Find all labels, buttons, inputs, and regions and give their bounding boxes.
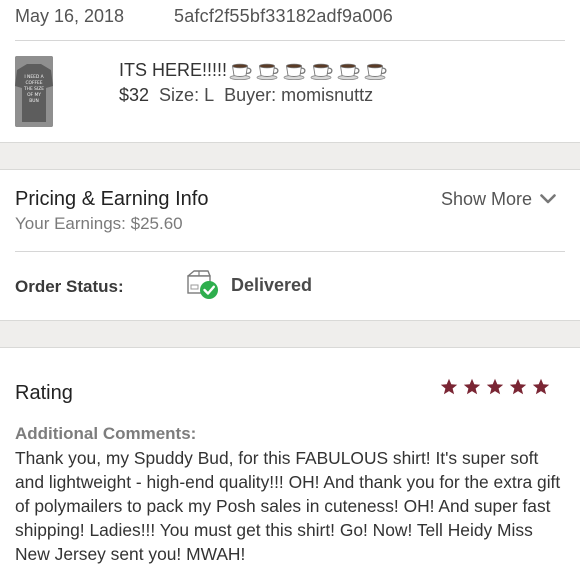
thumb-line: OF MY	[27, 92, 41, 98]
star-icon	[509, 378, 527, 395]
item-size: Size: L	[159, 84, 215, 105]
star-icon	[486, 378, 504, 395]
section-separator	[0, 320, 580, 348]
chevron-down-icon	[540, 194, 556, 204]
order-status-label: Order Status:	[15, 277, 124, 296]
comments-label: Additional Comments:	[15, 424, 197, 443]
package-check-icon	[187, 270, 218, 299]
coffee-cup-icon	[283, 63, 306, 80]
coffee-cup-icon	[310, 63, 333, 80]
order-detail-screen: May 16, 2018 5afcf2f55bf33182adf9a006 I …	[0, 0, 580, 580]
divider	[15, 251, 565, 252]
rating-stars	[435, 378, 550, 396]
item-buyer[interactable]: Buyer: momisnuttz	[224, 85, 373, 106]
star-icon	[440, 378, 458, 395]
show-more-button[interactable]: Show More	[441, 187, 556, 211]
order-meta: May 16, 2018 5afcf2f55bf33182adf9a006	[15, 3, 580, 29]
thumb-line: COFFEE	[25, 80, 42, 86]
item-summary[interactable]: I NEED A COFFEE THE SIZE OF MY BUN ITS H…	[15, 56, 580, 128]
section-separator	[0, 142, 580, 170]
coffee-cup-icon	[229, 63, 252, 80]
rating-title: Rating	[15, 381, 73, 404]
order-date: May 16, 2018	[15, 5, 125, 26]
show-more-label: Show More	[440, 188, 532, 209]
item-price: $32	[119, 84, 150, 105]
coffee-emoji-group	[229, 60, 391, 80]
coffee-cup-icon	[337, 63, 360, 80]
pricing-title: Pricing & Earning Info	[15, 187, 209, 210]
item-title-row[interactable]: ITS HERE!!!!!	[119, 58, 391, 82]
order-id: 5afcf2f55bf33182adf9a006	[174, 5, 393, 26]
star-icon	[463, 378, 481, 395]
divider	[15, 40, 565, 41]
item-title[interactable]: ITS HERE!!!!!	[119, 60, 227, 81]
order-status-value: Delivered	[231, 274, 313, 295]
star-icon	[532, 378, 550, 395]
your-earnings: Your Earnings: $25.60	[15, 214, 183, 233]
item-details: $32 Size: L Buyer: momisnuttz	[119, 83, 373, 107]
shirt-photo: I NEED A COFFEE THE SIZE OF MY BUN	[15, 56, 53, 127]
thumb-line: BUN	[29, 98, 39, 104]
coffee-cup-icon	[364, 63, 387, 80]
thumb-line: I NEED A	[24, 74, 43, 80]
coffee-cup-icon	[256, 63, 279, 80]
item-thumbnail[interactable]: I NEED A COFFEE THE SIZE OF MY BUN	[15, 56, 53, 127]
thumb-line: THE SIZE	[23, 86, 44, 92]
comments-text: Thank you, my Spuddy Bud, for this FABUL…	[15, 448, 561, 564]
